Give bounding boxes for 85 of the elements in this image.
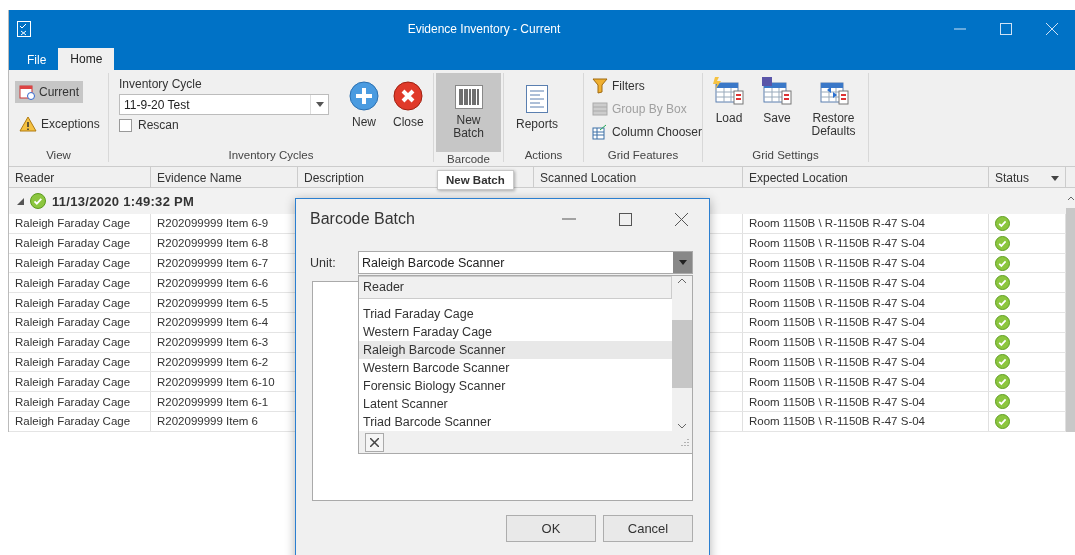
close-icon — [1046, 23, 1058, 35]
grid-feature-button[interactable]: Filters — [588, 75, 649, 97]
cycle-dropdown[interactable]: 11-9-20 Test — [119, 94, 329, 115]
expanded-caret-icon[interactable] — [17, 197, 24, 205]
table-cell: Raleigh Faraday Cage — [9, 411, 151, 431]
table-cell: Room 1150B \ R-1150B R-47 S-04 — [743, 233, 989, 253]
table-cell: Raleigh Faraday Cage — [9, 313, 151, 332]
table-cell: Room 1150B \ R-1150B R-47 S-04 — [743, 411, 989, 431]
dropdown-caret-icon — [1051, 175, 1059, 181]
field-label: Inventory Cycle — [119, 77, 203, 91]
ribbon-tab[interactable]: File — [15, 50, 59, 70]
warning-icon — [19, 116, 37, 132]
table-cell: Room 1150B \ R-1150B R-47 S-04 — [743, 352, 989, 372]
table-cell: Raleigh Faraday Cage — [9, 332, 151, 352]
group-header: 11/13/2020 1:49:32 PM — [52, 193, 195, 209]
table-cell: Raleigh Faraday Cage — [9, 293, 151, 312]
close-cycle-button[interactable]: Close — [387, 77, 430, 133]
columns-icon — [592, 124, 608, 140]
report-icon — [526, 85, 548, 113]
restore-defaults-button[interactable]: Restore Defaults — [803, 73, 864, 142]
load-button[interactable]: Load — [707, 73, 751, 129]
new-batch-button[interactable]: New Batch — [436, 73, 501, 152]
rescan-checkbox[interactable]: Rescan — [119, 118, 329, 132]
table-cell: Room 1150B \ R-1150B R-47 S-04 — [743, 214, 989, 233]
table-cell: Room 1150B \ R-1150B R-47 S-04 — [743, 293, 989, 312]
list-item[interactable]: Raleigh Barcode Scanner — [359, 341, 672, 359]
dialog-button[interactable]: OK — [506, 515, 596, 542]
table-cell: Room 1150B \ R-1150B R-47 S-04 — [743, 273, 989, 293]
table-cell: Raleigh Faraday Cage — [9, 392, 151, 411]
window-title: Evidence Inventory - Current — [406, 22, 562, 36]
grid-icon — [592, 101, 608, 117]
maximize-icon — [1000, 23, 1012, 35]
table-cell: Room 1150B \ R-1150B R-47 S-04 — [743, 313, 989, 332]
view-button[interactable]: Current — [15, 81, 83, 103]
scrollbar[interactable] — [1066, 188, 1075, 432]
caret-icon — [678, 260, 687, 265]
app-icon — [17, 21, 31, 37]
ribbon-tab[interactable]: Home — [58, 48, 115, 70]
group-label: Barcode — [446, 152, 491, 166]
save-button[interactable]: Save — [755, 73, 799, 129]
close-icon — [370, 437, 379, 447]
group-label: Actions — [523, 148, 564, 162]
minimize-icon — [562, 218, 576, 220]
clear-button[interactable] — [365, 432, 384, 452]
table-cell: Room 1150B \ R-1150B R-47 S-04 — [743, 253, 989, 273]
minimize-icon — [954, 28, 966, 30]
unit-label: Unit: — [310, 255, 337, 270]
scrollbar[interactable] — [672, 276, 692, 431]
table-cell: Room 1150B \ R-1150B R-47 S-04 — [743, 392, 989, 411]
dialog-title: Barcode Batch — [310, 210, 416, 228]
table-cell: Raleigh Faraday Cage — [9, 253, 151, 273]
maximize-icon — [618, 212, 632, 226]
funnel-icon — [592, 78, 608, 94]
dialog-button[interactable]: Cancel — [603, 515, 693, 542]
group-label: Grid Features — [606, 148, 680, 162]
close-icon — [674, 212, 688, 226]
group-label: View — [45, 148, 72, 162]
table-cell: Raleigh Faraday Cage — [9, 233, 151, 253]
group-label: Grid Settings — [751, 148, 820, 162]
barcode-icon — [454, 85, 483, 109]
table-cell: Room 1150B \ R-1150B R-47 S-04 — [743, 372, 989, 392]
reports-button[interactable]: Reports — [510, 75, 565, 135]
scroll-up-icon — [1068, 196, 1074, 200]
scroll-down-icon — [677, 423, 687, 429]
table-cell: Raleigh Faraday Cage — [9, 352, 151, 372]
check-icon — [30, 193, 46, 209]
save-icon — [761, 77, 793, 107]
table-cell: Room 1150B \ R-1150B R-47 S-04 — [743, 332, 989, 352]
table-cell: Raleigh Faraday Cage — [9, 273, 151, 293]
group-label: Inventory Cycles — [227, 148, 315, 162]
resize-grip-icon — [681, 438, 689, 446]
new-button[interactable]: New — [343, 77, 385, 133]
scroll-up-icon — [677, 278, 687, 284]
table-cell: Raleigh Faraday Cage — [9, 214, 151, 233]
unit-dropdown[interactable]: Raleigh Barcode Scanner — [358, 251, 693, 274]
plus-icon — [349, 81, 379, 111]
list-header: Reader — [359, 276, 672, 299]
view-button[interactable]: Exceptions — [15, 113, 104, 135]
close-icon — [393, 81, 424, 111]
table-cell: Raleigh Faraday Cage — [9, 372, 151, 392]
calendar-icon — [19, 84, 35, 100]
grid-feature-button[interactable]: Column Chooser — [588, 121, 707, 143]
tooltip: New Batch — [437, 170, 514, 190]
table-icon — [713, 77, 745, 107]
caret-icon — [315, 102, 324, 107]
